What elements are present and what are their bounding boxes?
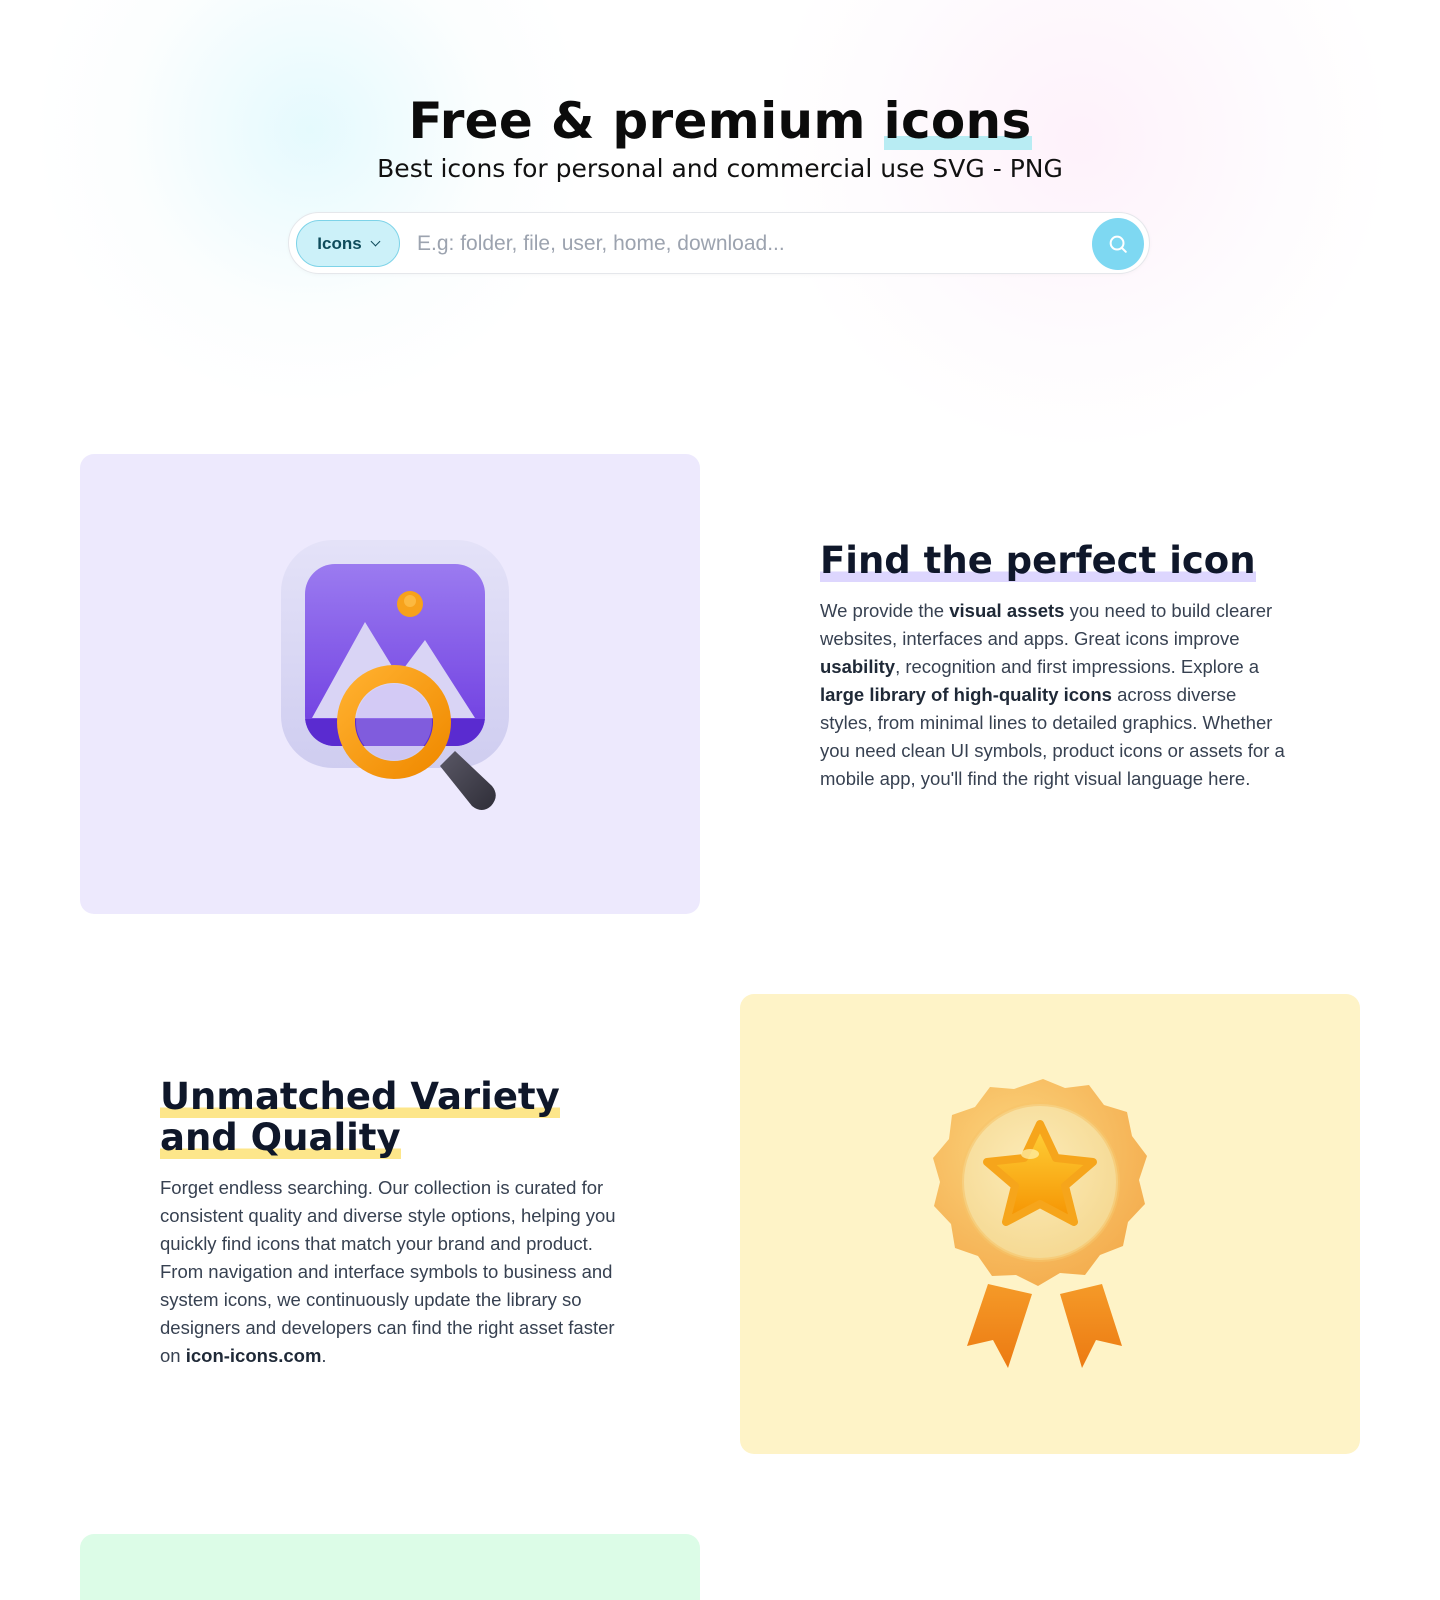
feature-title: Unmatched Variety and Quality <box>160 1075 560 1159</box>
feature-title: Find the perfect icon <box>820 539 1256 582</box>
feature-card-award-badge <box>740 994 1360 1454</box>
feature-body: We provide the visual assets you need to… <box>820 597 1290 793</box>
body-text: , recognition and first impressions. Exp… <box>895 656 1260 677</box>
emphasis-text: visual assets <box>949 600 1065 621</box>
search-type-dropdown[interactable]: Icons <box>296 220 400 267</box>
feature-body: Forget endless searching. Our collection… <box>160 1174 630 1370</box>
emphasis-text: large library of high-quality icons <box>820 684 1112 705</box>
body-text: . <box>321 1345 327 1366</box>
feature-find-perfect-icon: Find the perfect icon We provide the vis… <box>820 539 1290 793</box>
search-type-label: Icons <box>317 233 362 253</box>
search-icon <box>1109 235 1127 253</box>
body-text: We provide the <box>820 600 950 621</box>
feature-card-3 <box>80 1534 700 1600</box>
hero-subtitle: Best icons for personal and commercial u… <box>377 154 1063 183</box>
image-search-icon <box>281 540 509 810</box>
feature-card-image-search <box>80 454 700 914</box>
hero-section: Free & premium icons Best icons for pers… <box>0 0 1440 320</box>
hero-title-prefix: Free & premium <box>408 92 884 150</box>
emphasis-text: icon-icons.com <box>185 1345 322 1366</box>
hero-title: Free & premium icons <box>0 92 1440 150</box>
search-bar: Icons <box>288 212 1150 274</box>
search-button[interactable] <box>1092 218 1144 270</box>
emphasis-text: usability <box>820 656 896 677</box>
search-input[interactable] <box>417 223 1077 265</box>
hero-title-highlight: icons <box>883 92 1032 150</box>
chevron-down-icon <box>370 236 381 247</box>
feature-variety-quality: Unmatched Variety and Quality Forget end… <box>160 1075 630 1370</box>
award-badge-icon <box>933 1079 1147 1368</box>
body-text: Forget endless searching. Our collection… <box>160 1177 616 1366</box>
